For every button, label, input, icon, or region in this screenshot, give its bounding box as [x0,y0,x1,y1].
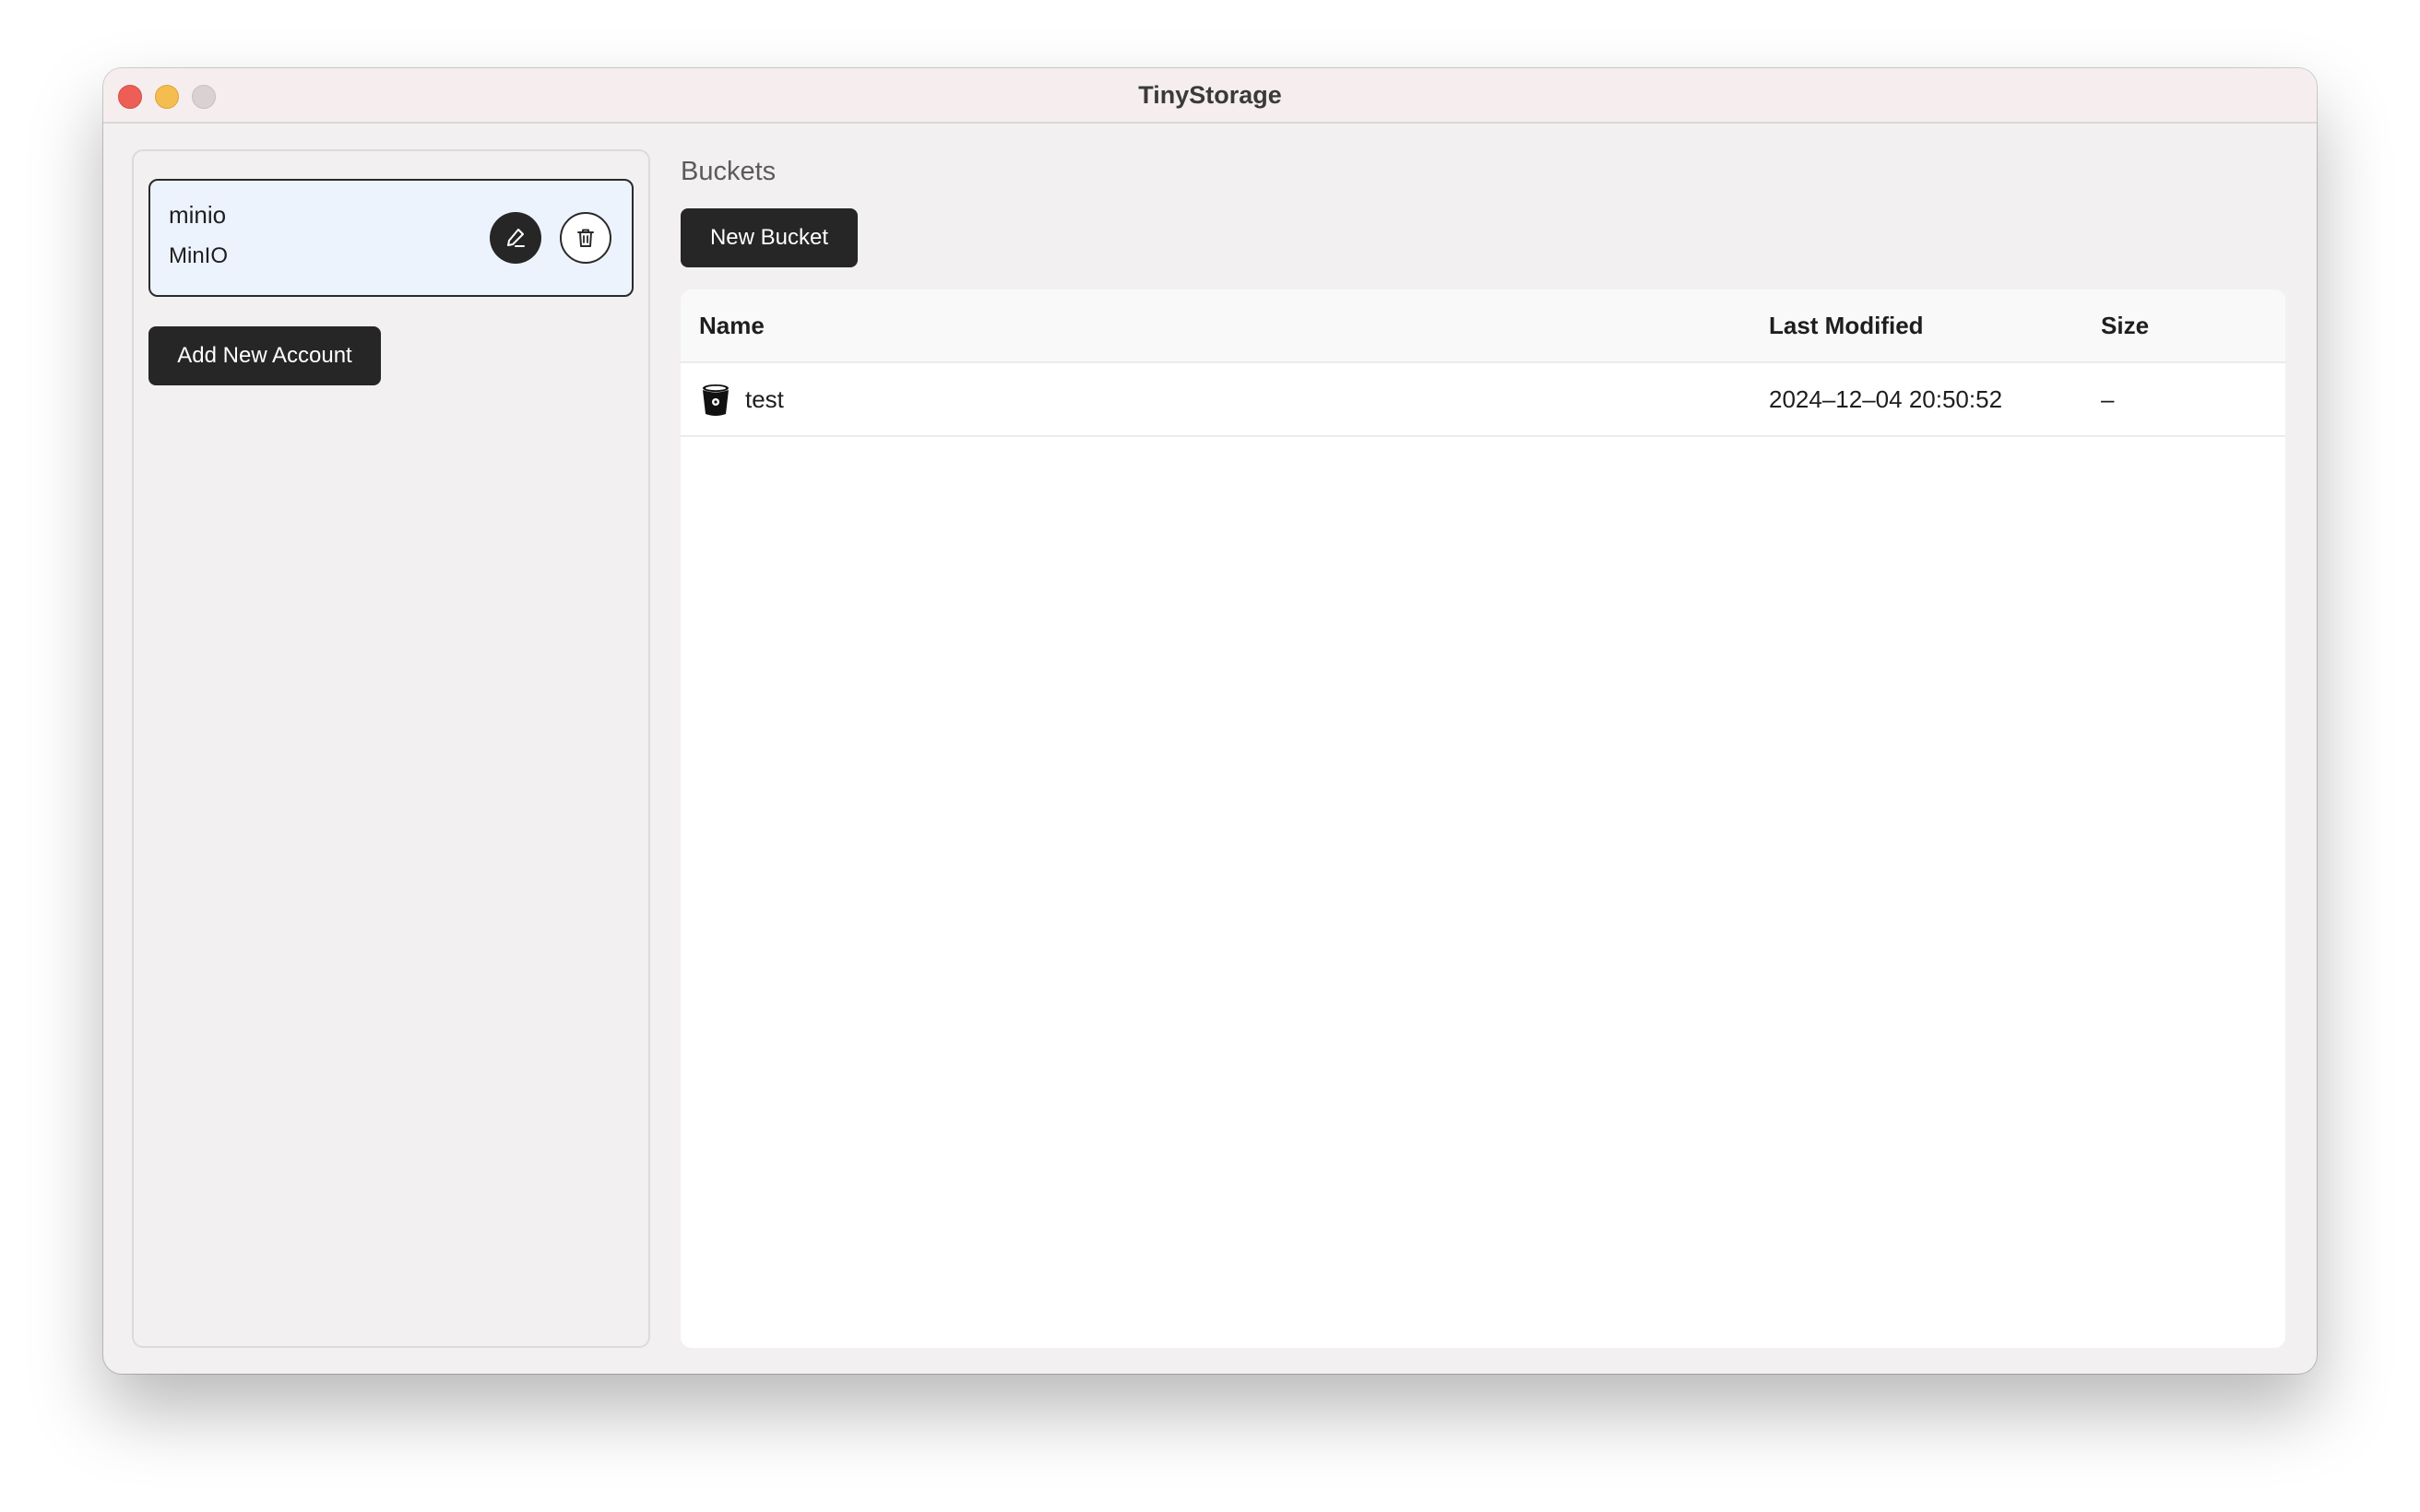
account-name: minio [169,201,227,229]
bucket-last-modified: 2024–12–04 20:50:52 [1769,385,2003,413]
table-row[interactable]: test 2024–12–04 20:50:52 – [681,363,2285,437]
section-title: Buckets [681,157,777,186]
column-header-name[interactable]: Name [699,312,765,340]
new-bucket-button[interactable]: New Bucket [681,208,858,267]
buckets-table: Name Last Modified Size test 2024–12–04 … [681,289,2285,1348]
add-new-account-button[interactable]: Add New Account [148,326,381,385]
window-title: TinyStorage [1138,81,1282,109]
bucket-size: – [2101,385,2115,413]
bucket-icon [703,384,729,416]
table-header: Name Last Modified Size [681,289,2285,363]
column-header-last-modified[interactable]: Last Modified [1769,312,1924,340]
bucket-name: test [745,385,784,413]
pencil-icon [507,229,525,247]
account-card-minio[interactable]: minio MinIO [148,179,634,297]
app-window: TinyStorage minio MinIO Add New Account … [103,68,2317,1374]
column-header-size[interactable]: Size [2101,312,2149,340]
account-type: MinIO [169,243,229,268]
trash-icon [577,229,594,247]
delete-account-button[interactable] [560,212,611,264]
edit-account-button[interactable] [490,212,541,264]
title-bar: TinyStorage [103,68,2317,124]
accounts-sidebar: minio MinIO Add New Account [132,149,650,1348]
